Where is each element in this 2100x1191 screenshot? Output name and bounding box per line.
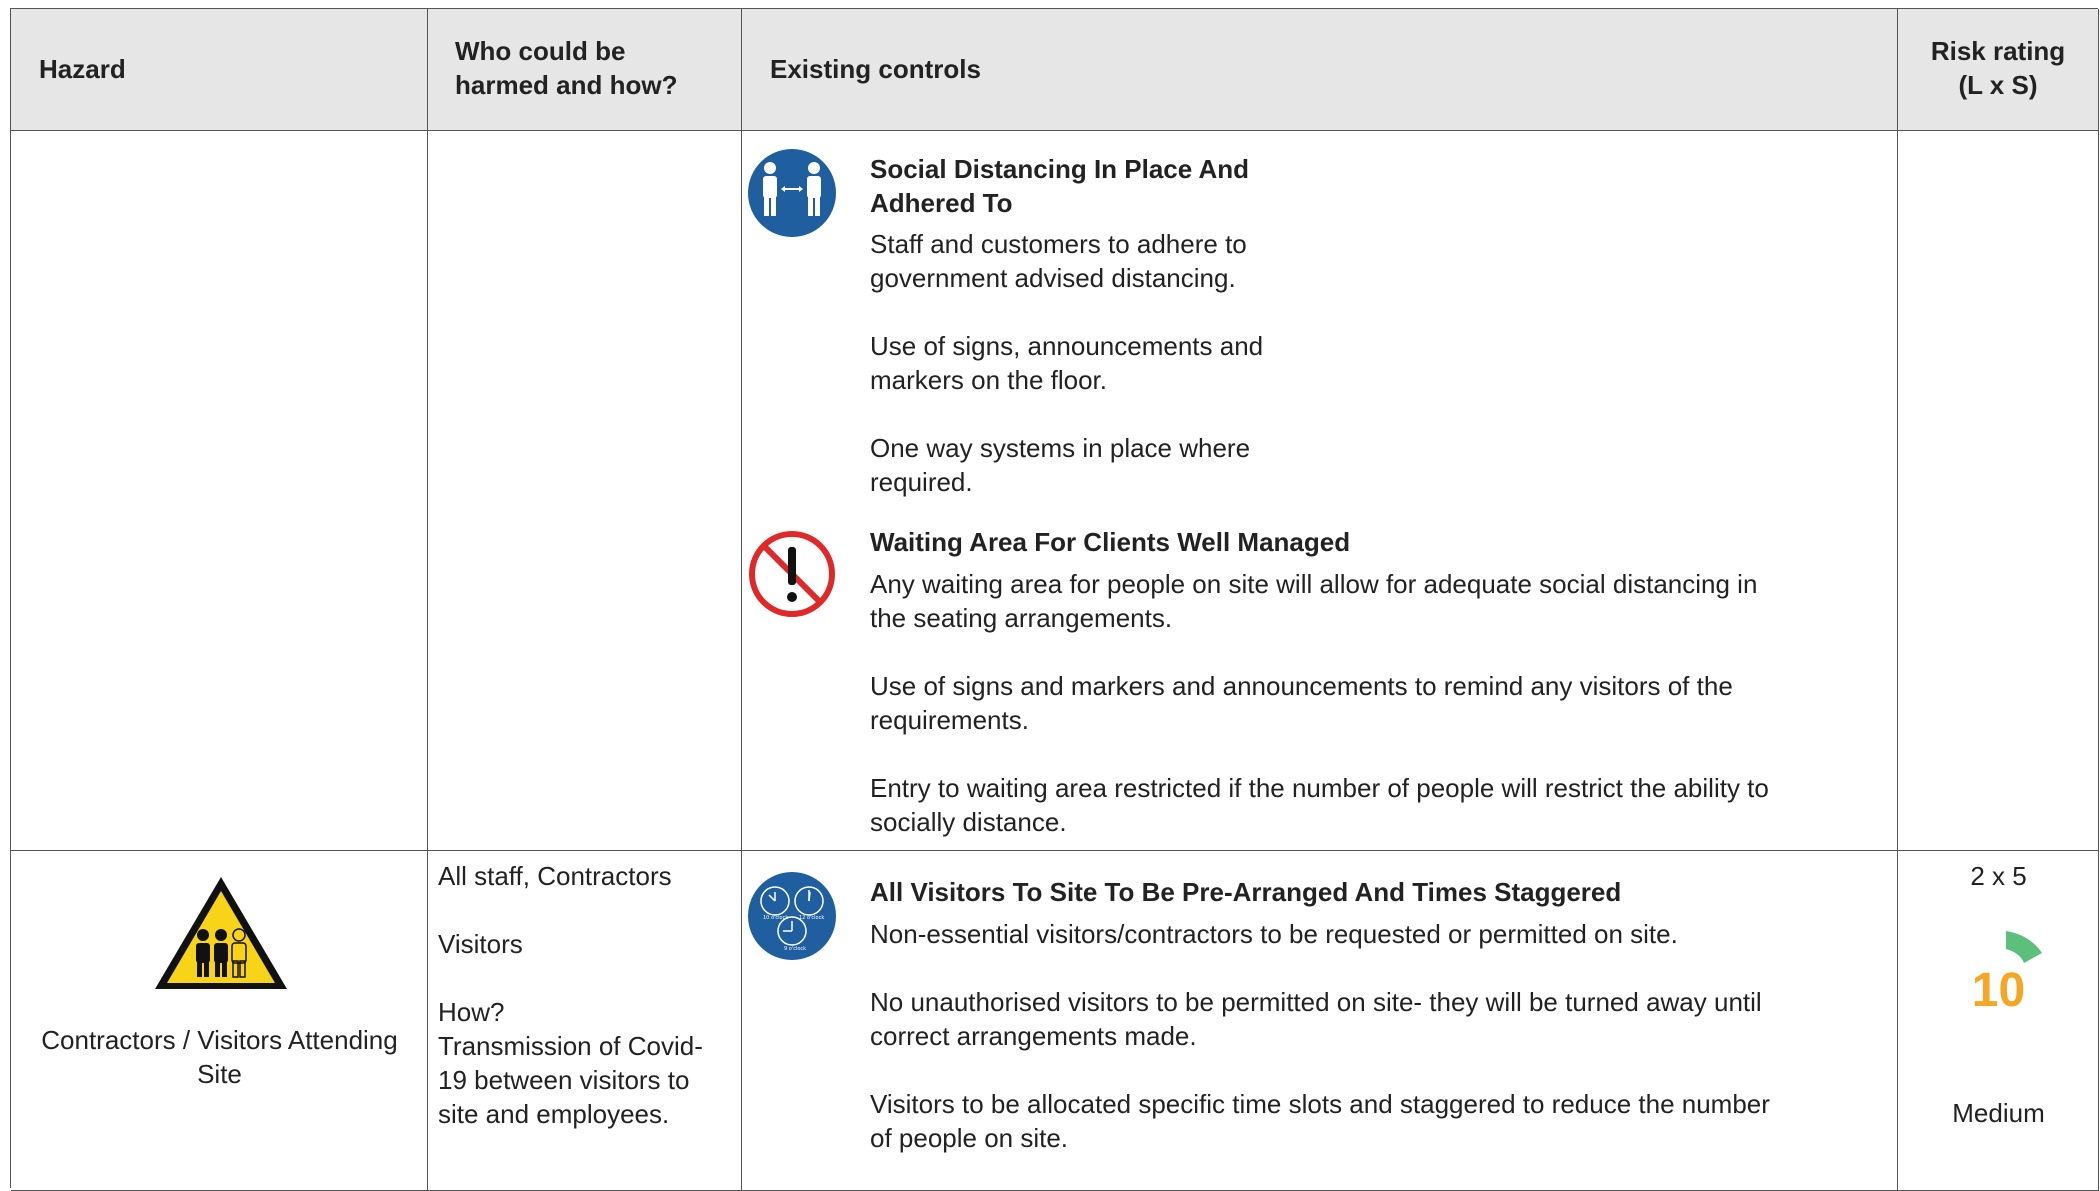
row1-risk-cell	[1898, 131, 2099, 851]
header-risk-cell: Risk rating (L x S)	[1898, 9, 2099, 131]
paragraph: Any waiting area for people on site will…	[870, 569, 1758, 633]
who-staff: All staff, Contractors	[438, 861, 672, 891]
row2-controls-cell: 10 o'clock 12 o'clock 9 o'clock All Visi…	[742, 851, 1898, 1191]
paragraph: Non-essential visitors/contractors to be…	[870, 919, 1678, 949]
clock-label-10: 10 o'clock	[763, 915, 788, 921]
row1-who-cell	[428, 131, 742, 851]
who-how-line: site and employees.	[438, 1099, 670, 1129]
staggered-times-clock-icon: 10 o'clock 12 o'clock 9 o'clock	[748, 872, 836, 960]
risk-score: 10	[1971, 964, 2026, 1017]
paragraph: Staff and customers to adhere to governme…	[870, 229, 1247, 293]
row1-hazard-cell	[11, 131, 428, 851]
risk-formula: 2 x 5	[1970, 861, 2027, 891]
waiting-area-title: Waiting Area For Clients Well Managed	[870, 527, 1351, 557]
paragraph: Use of signs and markers and announcemen…	[870, 671, 1733, 735]
row2-who-cell: All staff, Contractors Visitors How? Tra…	[428, 851, 742, 1191]
row1-controls-cell: Social Distancing In Place And Adhered T…	[742, 131, 1898, 851]
row2-who-text: All staff, Contractors Visitors How? Tra…	[438, 859, 703, 1131]
who-how-label: How?	[438, 997, 505, 1027]
header-who-line2: harmed and how?	[455, 70, 678, 100]
header-hazard-cell: Hazard	[11, 9, 428, 131]
pre-arranged-visitors-title: All Visitors To Site To Be Pre-Arranged …	[870, 877, 1622, 907]
header-risk-line1: Risk rating	[1930, 36, 2066, 66]
who-how-line: Transmission of Covid-	[438, 1031, 703, 1061]
pre-arranged-visitors-text: Non-essential visitors/contractors to be…	[870, 917, 1770, 1155]
social-distancing-icon	[748, 149, 836, 237]
risk-level: Medium	[1952, 1098, 2045, 1128]
header-controls: Existing controls	[770, 54, 981, 84]
header-hazard: Hazard	[39, 54, 126, 84]
risk-assessment-table: Hazard Who could be harmed and how? Exis…	[10, 8, 2099, 1191]
row2-hazard-cell: Contractors / Visitors Attending Site	[11, 851, 428, 1191]
paragraph: No unauthorised visitors to be permitted…	[870, 987, 1762, 1051]
header-who-line1: Who could be	[455, 36, 626, 66]
clock-label-9: 9 o'clock	[784, 946, 806, 952]
header-risk-line2: (L x S)	[1958, 70, 2038, 100]
paragraph: Visitors to be allocated specific time s…	[870, 1089, 1770, 1153]
social-distancing-title: Social Distancing In Place And Adhered T…	[870, 154, 1250, 218]
paragraph: Entry to waiting area restricted if the …	[870, 773, 1769, 837]
who-visitors: Visitors	[438, 929, 523, 959]
header-who-cell: Who could be harmed and how?	[428, 9, 742, 131]
who-how-line: 19 between visitors to	[438, 1065, 690, 1095]
header-controls-cell: Existing controls	[742, 9, 1898, 131]
waiting-area-text: Any waiting area for people on site will…	[870, 567, 1769, 839]
row2-hazard-text: Contractors / Visitors Attending Site	[41, 1025, 398, 1089]
no-waiting-warning-icon	[749, 531, 835, 617]
paragraph: Use of signs, announcements and markers o…	[870, 331, 1264, 395]
risk-gauge-icon	[2006, 931, 2042, 963]
social-distancing-text: Staff and customers to adhere to governme…	[870, 227, 1263, 499]
clock-label-12: 12 o'clock	[799, 915, 824, 921]
paragraph: One way systems in place where required.	[870, 433, 1251, 497]
visitors-warning-triangle-icon	[155, 877, 287, 989]
row2-risk-cell: 2 x 5 10 Medium	[1898, 851, 2099, 1191]
